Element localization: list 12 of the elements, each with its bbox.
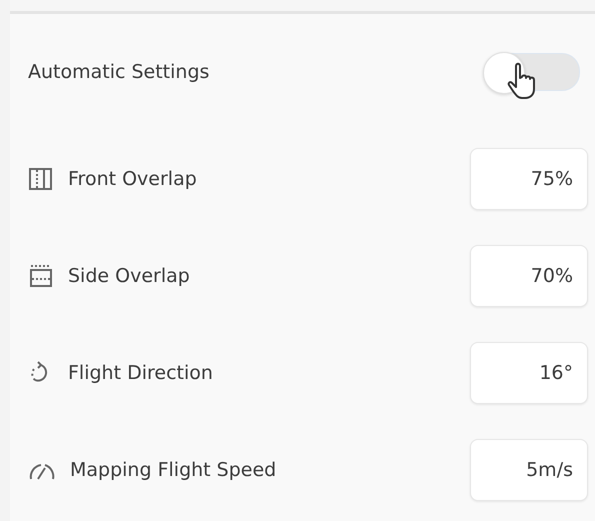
parameter-label: Mapping Flight Speed xyxy=(70,458,278,480)
value-field[interactable]: 70% xyxy=(470,244,588,306)
value-field[interactable]: 16° xyxy=(470,342,588,404)
front-overlap-icon xyxy=(28,166,54,192)
side-overlap-icon xyxy=(28,262,54,288)
setting-label: Automatic Settings xyxy=(28,61,210,83)
parameter-label: Side Overlap xyxy=(68,264,191,286)
hand-cursor-icon xyxy=(507,62,537,100)
value-field[interactable]: 5m/s xyxy=(470,438,588,500)
parameter-label: Flight Direction xyxy=(68,362,214,384)
value-field[interactable]: 75% xyxy=(470,148,588,210)
parameter-label: Front Overlap xyxy=(68,168,198,190)
